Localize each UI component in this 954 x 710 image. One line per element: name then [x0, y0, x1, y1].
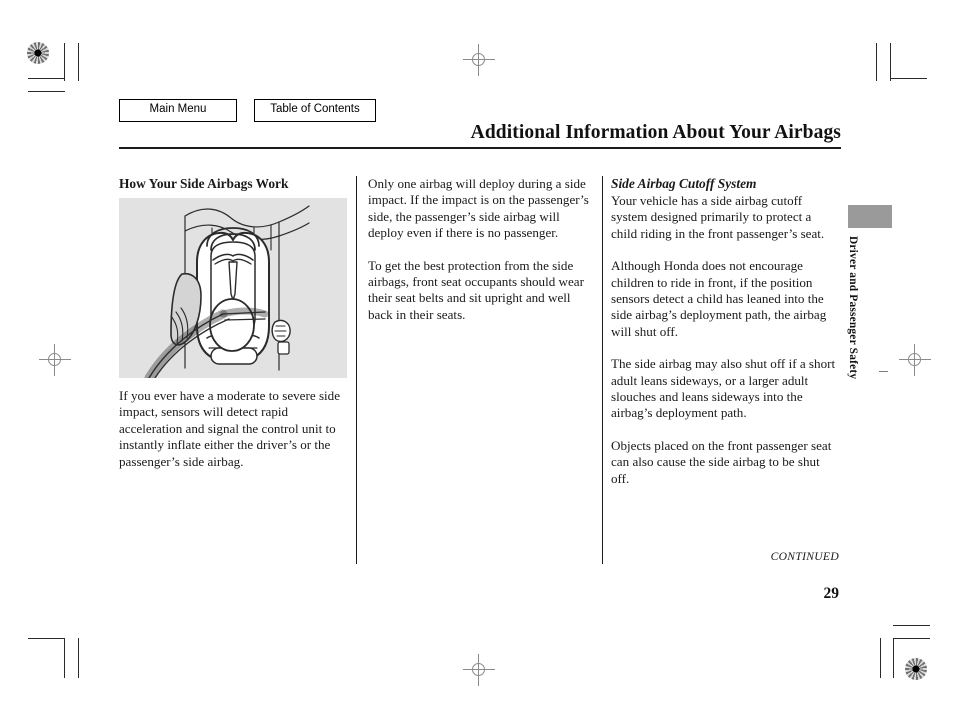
crop-mark-top-left-horizontal [28, 78, 65, 79]
crop-mark-top-right-vertical [890, 43, 891, 81]
crop-mark-bottom-left-outer-vertical [78, 638, 79, 678]
title-divider [119, 147, 841, 149]
registration-target-top-left [27, 42, 49, 64]
column-two: Only one airbag will deploy during a sid… [368, 176, 590, 323]
col1-paragraph-1: If you ever have a moderate to severe si… [119, 388, 341, 469]
crop-mark-bottom-right-vertical [893, 638, 894, 678]
section-heading-side-airbags: How Your Side Airbags Work [119, 176, 289, 191]
column-divider-2 [602, 176, 603, 564]
column-one: How Your Side Airbags Work If you ever h… [119, 176, 347, 470]
continued-label: CONTINUED [770, 550, 839, 563]
registration-crosshair-bottom-center [463, 654, 495, 686]
column-divider-1 [356, 176, 357, 564]
col3-paragraph-3: The side airbag may also shut off if a s… [611, 356, 836, 421]
crop-mark-top-right-outer-vertical [876, 43, 877, 81]
crop-mark-bottom-right-horizontal [893, 638, 930, 639]
crop-mark-top-left-outer-horizontal [28, 91, 65, 92]
col2-paragraph-2: To get the best protection from the side… [368, 257, 584, 322]
registration-crosshair-top-center [463, 44, 495, 76]
crop-mark-bottom-left-vertical [64, 638, 65, 678]
section-tab-block [848, 205, 892, 228]
tab-dash-mark [879, 371, 888, 372]
registration-crosshair-right-center [899, 344, 931, 376]
registration-crosshair-left-center [39, 344, 71, 376]
crop-mark-top-right-horizontal [890, 78, 927, 79]
table-of-contents-button[interactable]: Table of Contents [254, 99, 376, 122]
crop-mark-bottom-left-horizontal [28, 638, 65, 639]
main-menu-button[interactable]: Main Menu [119, 99, 237, 122]
crop-mark-bottom-right-outer-horizontal [893, 625, 930, 626]
col3-paragraph-2: Although Honda does not encourage childr… [611, 258, 827, 339]
section-tab-label: Driver and Passenger Safety [847, 236, 859, 380]
registration-target-bottom-right [905, 658, 927, 680]
page-number: 29 [823, 585, 840, 602]
section-heading-cutoff-system: Side Airbag Cutoff System [611, 176, 757, 191]
crop-mark-bottom-right-outer-vertical [880, 638, 881, 678]
side-airbag-illustration [119, 198, 347, 378]
navigation-bar: Main Menu Table of Contents [119, 99, 376, 122]
col3-paragraph-1: Your vehicle has a side airbag cutoff sy… [611, 193, 825, 241]
col2-paragraph-1: Only one airbag will deploy during a sid… [368, 176, 589, 241]
column-three: Side Airbag Cutoff System Your vehicle h… [611, 176, 839, 487]
col3-paragraph-4: Objects placed on the front passenger se… [611, 437, 832, 486]
crop-mark-top-left-outer-vertical [78, 43, 79, 81]
crop-mark-top-left-vertical [64, 43, 65, 81]
page-title: Additional Information About Your Airbag… [470, 122, 841, 143]
